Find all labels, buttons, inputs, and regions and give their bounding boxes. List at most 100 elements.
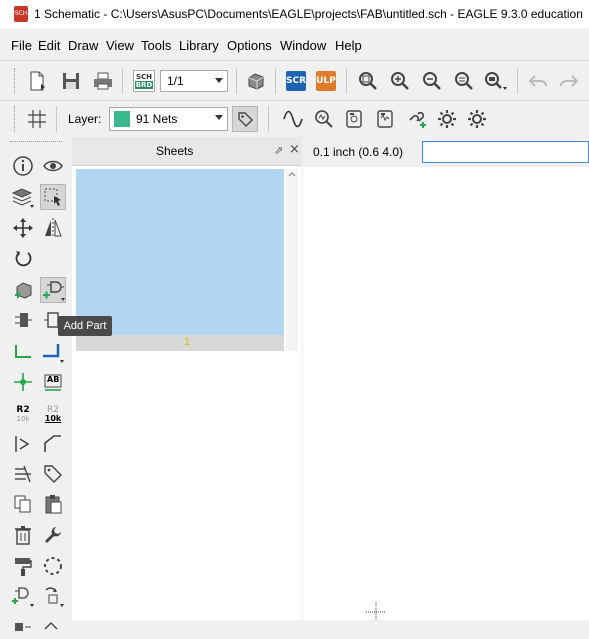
invoke-icon[interactable] (40, 583, 66, 609)
sheet-label-bar[interactable]: 1 (76, 335, 284, 351)
settings-gear-icon[interactable] (434, 106, 460, 132)
sheet-thumbnail[interactable] (76, 169, 284, 335)
save-icon[interactable] (58, 68, 84, 94)
wrench-icon[interactable] (40, 522, 66, 548)
split-icon[interactable] (10, 461, 36, 487)
menu-library[interactable]: Library (179, 38, 219, 53)
add-part-button[interactable] (40, 277, 66, 303)
ulp-button[interactable]: ULP (313, 68, 339, 94)
menu-window[interactable]: Window (280, 38, 326, 53)
main-toolbar: SCH BRD 1/1 SCR ULP (0, 60, 589, 101)
add-link-icon[interactable] (404, 106, 430, 132)
menu-draw[interactable]: Draw (68, 38, 98, 53)
script-scr-button[interactable]: SCR (283, 68, 309, 94)
add-part-tooltip: Add Part (58, 316, 112, 336)
ulp-label: ULP (316, 71, 336, 91)
grid-icon[interactable] (24, 106, 50, 132)
separator (517, 68, 518, 94)
layer-settings-tag-icon[interactable] (232, 106, 258, 132)
coordinate-readout: 0.1 inch (0.6 4.0) (313, 145, 404, 159)
sheet-select-value: 1/1 (167, 74, 184, 88)
value-tool-icon[interactable]: R2 10k (40, 401, 66, 427)
mirror-icon[interactable] (40, 215, 66, 241)
pinswap-icon[interactable] (10, 431, 36, 457)
name-tool-label: R2 (16, 405, 30, 415)
title-bar: SCH 1 Schematic - C:\Users\AsusPC\Docume… (0, 0, 589, 28)
sheet-select[interactable]: 1/1 (160, 70, 228, 92)
paste-icon[interactable] (40, 491, 66, 517)
zoom-in-icon[interactable] (387, 68, 413, 94)
menu-tools[interactable]: Tools (141, 38, 171, 53)
zoom-fit-icon[interactable] (355, 68, 381, 94)
info-icon[interactable] (10, 153, 36, 179)
scr-label: SCR (286, 71, 306, 91)
app-icon: SCH (14, 6, 28, 22)
copy-icon[interactable] (10, 491, 36, 517)
attribute-tag-icon[interactable] (40, 461, 66, 487)
name-tool-icon[interactable]: R2 10k (10, 401, 36, 427)
layers-icon[interactable] (10, 184, 36, 210)
zoom-select-icon[interactable] (483, 68, 509, 94)
command-toolbar: AB R2 10k R2 10k (0, 137, 73, 631)
junction-icon[interactable] (10, 369, 36, 395)
separator (268, 106, 269, 132)
new-file-icon[interactable] (24, 68, 50, 94)
sheets-panel-title: Sheets (156, 144, 194, 158)
probe-icon[interactable] (311, 106, 337, 132)
layer-label: Layer: (68, 112, 102, 126)
menu-help[interactable]: Help (335, 38, 362, 53)
cam-processor-icon[interactable] (243, 68, 269, 94)
bus-icon[interactable] (40, 339, 66, 365)
miter-icon[interactable] (40, 431, 66, 457)
layer-select-value: 91 Nets (136, 112, 178, 126)
chevron-down-icon (215, 115, 223, 120)
separator (56, 106, 57, 132)
menu-file[interactable]: File (11, 38, 32, 53)
undo-icon[interactable] (525, 68, 551, 94)
more-tool-alt-icon[interactable] (40, 613, 66, 639)
settings-gear-alt-icon[interactable] (464, 106, 490, 132)
zoom-redraw-icon[interactable] (451, 68, 477, 94)
spice-model-icon[interactable] (342, 106, 368, 132)
sch-label: SCH (135, 73, 153, 81)
label-icon[interactable]: AB (40, 369, 66, 395)
simulate-wave-icon[interactable] (280, 106, 306, 132)
command-line-input[interactable] (422, 141, 589, 163)
brd-label: BRD (134, 81, 154, 89)
copy-part-icon[interactable] (10, 277, 36, 303)
redo-icon[interactable] (556, 68, 582, 94)
menu-edit[interactable]: Edit (38, 38, 60, 53)
delete-trash-icon[interactable] (10, 522, 36, 548)
menu-options[interactable]: Options (227, 38, 272, 53)
zoom-out-icon[interactable] (419, 68, 445, 94)
sheets-panel-header: Sheets ⇗ × (72, 137, 302, 166)
sheets-scrollbar[interactable] (286, 169, 298, 351)
group-select-icon[interactable] (40, 184, 66, 210)
separator (122, 68, 123, 94)
layer-color-swatch (114, 111, 130, 127)
move-icon[interactable] (10, 215, 36, 241)
sheet-number: 1 (184, 336, 191, 348)
sch-brd-switch-icon[interactable]: SCH BRD (131, 68, 157, 94)
value-tool-value: 10k (44, 414, 62, 423)
rotate-icon[interactable] (10, 245, 36, 271)
print-icon[interactable] (90, 68, 116, 94)
ripup-circle-icon[interactable] (40, 553, 66, 579)
show-eye-icon[interactable] (40, 153, 66, 179)
chevron-up-icon[interactable] (286, 169, 298, 179)
schematic-canvas[interactable] (303, 137, 589, 620)
menu-view[interactable]: View (106, 38, 134, 53)
layer-select[interactable]: 91 Nets (109, 107, 228, 131)
spice-library-icon[interactable] (373, 106, 399, 132)
sheets-panel: Sheets ⇗ × 1 (72, 137, 302, 620)
close-icon[interactable]: × (289, 142, 300, 157)
more-tool-icon[interactable] (10, 613, 36, 639)
undock-icon[interactable]: ⇗ (274, 144, 283, 157)
change-brush-icon[interactable] (10, 553, 36, 579)
separator (275, 68, 276, 94)
name-tool-value: 10k (16, 415, 30, 423)
replace-part-icon[interactable] (10, 307, 36, 333)
net-icon[interactable] (10, 339, 36, 365)
gateswap-icon[interactable] (10, 583, 36, 609)
toolbar-grip (14, 106, 19, 132)
